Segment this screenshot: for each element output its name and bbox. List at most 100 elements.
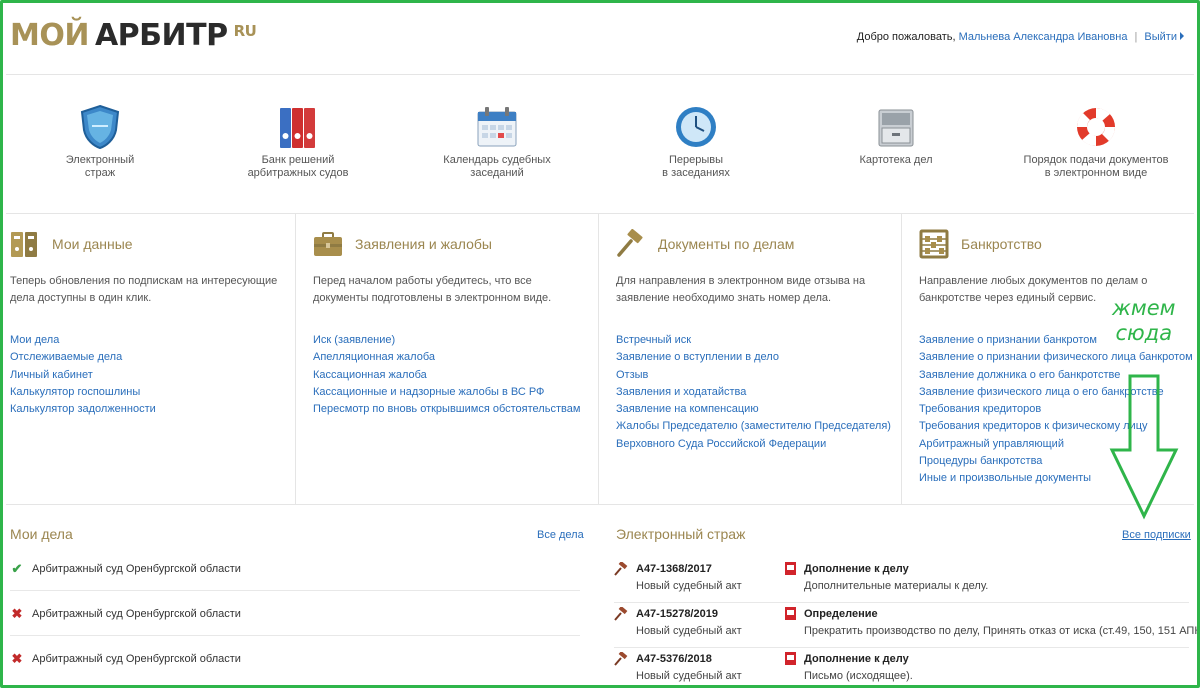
link-personal-account[interactable]: Личный кабинет (10, 367, 156, 384)
act-label: Новый судебный акт (636, 670, 742, 682)
link-duty-calculator[interactable]: Калькулятор госпошлины (10, 384, 156, 401)
column-divider (901, 214, 902, 504)
link-tracked-cases[interactable]: Отслеживаемые дела (10, 349, 156, 366)
document-type-link[interactable]: Определение (804, 608, 878, 620)
act-label: Новый судебный акт (636, 580, 742, 592)
service-electronic-guard[interactable]: Электронный страж (10, 104, 190, 180)
logo[interactable]: МОЙ АРБИТР RU (10, 18, 257, 53)
cross-icon: ✖ (11, 651, 23, 666)
column-title[interactable]: Заявления и жалобы (355, 236, 492, 252)
services-row: Электронный страж Банк решений арбитражн… (0, 104, 1200, 194)
gavel-icon (617, 229, 643, 257)
service-court-calendar[interactable]: Календарь судебных заседаний (407, 104, 587, 180)
service-label: Перерывы в заседаниях (662, 154, 730, 179)
gavel-icon (614, 562, 628, 576)
column-title[interactable]: Мои данные (52, 236, 133, 252)
column-case-documents: Документы по делам Для направления в эле… (616, 214, 896, 504)
folders-icon (11, 232, 37, 257)
case-row[interactable]: ✖ Арбитражный суд Оренбургской области (10, 592, 580, 636)
link-motions[interactable]: Заявления и ходатайства (616, 384, 891, 401)
service-label: Электронный страж (65, 154, 135, 179)
service-label: Календарь судебных заседаний (443, 154, 551, 179)
column-divider (598, 214, 599, 504)
service-case-file[interactable]: Картотека дел (806, 104, 986, 167)
column-title[interactable]: Банкротство (961, 236, 1042, 252)
link-individual-bankruptcy-claim[interactable]: Заявление о признании физического лица б… (919, 349, 1193, 366)
pdf-icon (785, 607, 796, 620)
document-description: Дополнительные материалы к делу. (804, 580, 989, 592)
link-complaint-chairman[interactable]: Жалобы Председателю (заместителю Председ… (616, 418, 891, 435)
logo-part-3: RU (233, 22, 257, 40)
column-divider (295, 214, 296, 504)
column-description: Перед началом работы убедитесь, что все … (313, 275, 552, 304)
case-number-link[interactable]: А47-5376/2018 (636, 653, 712, 665)
link-my-cases[interactable]: Мои дела (10, 332, 156, 349)
case-number-link[interactable]: А47-15278/2019 (636, 608, 718, 620)
column-title[interactable]: Документы по делам (658, 236, 794, 252)
guard-title: Электронный страж (616, 526, 746, 542)
case-row[interactable]: ✖ Арбитражный суд Оренбургской области (10, 637, 580, 681)
my-cases-title: Мои дела (10, 526, 73, 542)
header: МОЙ АРБИТР RU Добро пожаловать, Мальнева… (10, 14, 1190, 74)
abacus-icon (919, 229, 949, 259)
link-compensation[interactable]: Заявление на компенсацию (616, 401, 891, 418)
guard-row: А47-1368/2017 Новый судебный акт Дополне… (614, 557, 1189, 603)
link-supreme-court[interactable]: Верховного Суда Российской Федерации (616, 436, 891, 453)
annotation-text: жмем сюда (1112, 296, 1176, 346)
link-claim[interactable]: Иск (заявление) (313, 332, 580, 349)
service-decisions-bank[interactable]: Банк решений арбитражных судов (208, 104, 388, 180)
service-label: Порядок подачи документов в электронном … (1023, 154, 1169, 179)
logo-part-1: МОЙ (10, 18, 89, 53)
service-filing-order[interactable]: Порядок подачи документов в электронном … (1006, 104, 1186, 180)
cross-icon: ✖ (11, 605, 23, 621)
column-description: Для направления в электронном виде отзыв… (616, 275, 866, 304)
welcome-text: Добро пожаловать, (856, 31, 956, 43)
link-debt-calculator[interactable]: Калькулятор задолженности (10, 401, 156, 418)
column-claims: Заявления и жалобы Перед началом работы … (313, 214, 593, 504)
link-review-new-circumstances[interactable]: Пересмотр по вновь открывшимся обстоятел… (313, 401, 580, 418)
annotation-line: сюда (1115, 321, 1173, 345)
link-appeal[interactable]: Апелляционная жалоба (313, 349, 580, 366)
guard-row: А47-15278/2019 Новый судебный акт Опреде… (614, 602, 1200, 648)
link-join-case[interactable]: Заявление о вступлении в дело (616, 349, 891, 366)
link-counterclaim[interactable]: Встречный иск (616, 332, 891, 349)
logout-link[interactable]: Выйти (1144, 31, 1184, 43)
briefcase-icon (314, 232, 342, 256)
document-type-link[interactable]: Дополнение к делу (804, 563, 909, 575)
column-links: Иск (заявление) Апелляционная жалоба Кас… (313, 332, 580, 418)
case-court: Арбитражный суд Оренбургской области (32, 607, 241, 620)
case-number-link[interactable]: А47-1368/2017 (636, 563, 712, 575)
document-description: Прекратить производство по делу, Принять… (804, 625, 1200, 637)
case-court: Арбитражный суд Оренбургской области (32, 653, 241, 665)
user-bar: Добро пожаловать, Мальнева Александра Ив… (857, 31, 1184, 43)
service-breaks[interactable]: Перерывы в заседаниях (606, 104, 786, 180)
column-links: Встречный иск Заявление о вступлении в д… (616, 332, 891, 453)
divider (6, 504, 1194, 505)
separator: | (1134, 31, 1138, 43)
document-type-link[interactable]: Дополнение к делу (804, 653, 909, 665)
user-name-link[interactable]: Мальнева Александра Ивановна (959, 31, 1128, 43)
link-response[interactable]: Отзыв (616, 367, 891, 384)
link-cassation[interactable]: Кассационная жалоба (313, 367, 580, 384)
service-label: Банк решений арбитражных судов (247, 154, 349, 179)
gavel-icon (614, 652, 628, 666)
clock-icon (676, 107, 716, 147)
column-links: Мои дела Отслеживаемые дела Личный кабин… (10, 332, 156, 418)
check-icon: ✔ (11, 560, 23, 576)
column-my-data: Мои данные Теперь обновления по подписка… (10, 214, 290, 504)
logo-part-2: АРБИТР (94, 18, 228, 53)
lifebuoy-icon (1076, 107, 1116, 147)
case-court: Арбитражный суд Оренбургской области (32, 562, 241, 575)
all-subscriptions-link[interactable]: Все подписки (1122, 529, 1191, 541)
cabinet-icon (878, 109, 914, 147)
case-row[interactable]: ✔ Арбитражный суд Оренбургской области (10, 547, 580, 591)
gavel-icon (614, 607, 628, 621)
arrow-right-icon (1180, 32, 1184, 40)
pdf-icon (785, 652, 796, 665)
column-description: Теперь обновления по подпискам на интере… (10, 275, 278, 304)
all-cases-link[interactable]: Все дела (537, 529, 584, 541)
shield-icon (80, 104, 120, 150)
logout-label: Выйти (1144, 31, 1177, 43)
divider (6, 74, 1194, 75)
link-supreme-court-complaints[interactable]: Кассационные и надзорные жалобы в ВС РФ (313, 384, 580, 401)
